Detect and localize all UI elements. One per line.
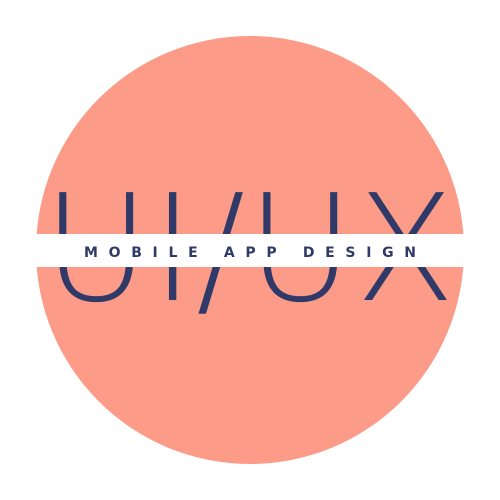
logo-tagline: MOBILE APP DESIGN — [84, 245, 416, 261]
canvas: UI/UX MOBILE APP DESIGN — [0, 0, 500, 500]
ui-ux-logo: UI/UX MOBILE APP DESIGN — [36, 36, 464, 464]
